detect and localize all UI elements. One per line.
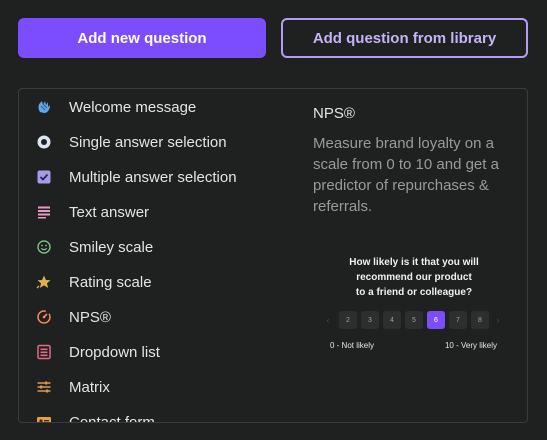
star-icon bbox=[36, 274, 52, 290]
detail-description: Measure brand loyalty on a scale from 0 … bbox=[313, 135, 499, 215]
question-type-text-answer[interactable]: Text answer bbox=[19, 197, 299, 227]
scale-cell: 7 bbox=[449, 311, 467, 329]
question-type-multiple-answer[interactable]: Multiple answer selection bbox=[19, 162, 299, 192]
add-new-question-button[interactable]: Add new question bbox=[18, 18, 266, 58]
question-type-label: Text answer bbox=[69, 203, 150, 221]
chevron-right-icon: › bbox=[496, 315, 500, 325]
question-type-label: Dropdown list bbox=[69, 343, 160, 361]
chevron-left-icon: ‹ bbox=[326, 315, 330, 325]
question-type-smiley-scale[interactable]: Smiley scale bbox=[19, 232, 299, 262]
question-type-panel: Welcome message Single answer selection … bbox=[18, 88, 528, 423]
smiley-icon bbox=[36, 239, 52, 255]
question-type-label: Single answer selection bbox=[69, 133, 227, 151]
nps-gauge-icon bbox=[36, 309, 52, 325]
preview-question-line: to a friend or colleague? bbox=[355, 287, 473, 298]
preview-question-line: recommend our product bbox=[356, 272, 472, 283]
add-question-from-library-button[interactable]: Add question from library bbox=[281, 18, 528, 58]
question-type-dropdown-list[interactable]: Dropdown list bbox=[19, 337, 299, 367]
question-type-label: Rating scale bbox=[69, 273, 152, 291]
scale-cell: 3 bbox=[361, 311, 379, 329]
scale-low-label: 0 - Not likely bbox=[330, 341, 375, 350]
question-type-label: Multiple answer selection bbox=[69, 168, 237, 186]
question-type-matrix[interactable]: Matrix bbox=[19, 372, 299, 402]
question-type-label: Welcome message bbox=[69, 98, 197, 116]
preview-question: How likely is it that you will recommend… bbox=[319, 255, 509, 300]
wave-hand-icon bbox=[36, 99, 52, 115]
sliders-icon bbox=[36, 379, 52, 395]
question-type-label: Matrix bbox=[69, 378, 110, 396]
scale-cell: 8 bbox=[471, 311, 489, 329]
scale-cell-selected: 6 bbox=[427, 311, 445, 329]
question-type-nps[interactable]: NPS® bbox=[19, 302, 299, 332]
question-type-single-answer[interactable]: Single answer selection bbox=[19, 127, 299, 157]
scale-cell: 5 bbox=[405, 311, 423, 329]
question-type-contact-form[interactable]: Contact form bbox=[19, 407, 299, 423]
preview-question-line: How likely is it that you will bbox=[349, 257, 479, 268]
radio-icon bbox=[36, 134, 52, 150]
checkbox-icon bbox=[36, 169, 52, 185]
question-type-rating-scale[interactable]: Rating scale bbox=[19, 267, 299, 297]
question-type-label: Contact form bbox=[69, 413, 155, 423]
nps-scale: ‹ 2 3 4 5 6 7 8 › bbox=[324, 311, 504, 329]
text-lines-icon bbox=[36, 204, 52, 220]
nps-preview: How likely is it that you will recommend… bbox=[319, 255, 509, 355]
detail-title: NPS® bbox=[313, 105, 355, 122]
contact-card-icon bbox=[36, 414, 52, 422]
scale-cell: 4 bbox=[383, 311, 401, 329]
question-type-welcome-message[interactable]: Welcome message bbox=[19, 92, 299, 122]
scale-high-label: 10 - Very likely bbox=[444, 341, 497, 350]
dropdown-list-icon bbox=[36, 344, 52, 360]
question-type-label: Smiley scale bbox=[69, 238, 154, 256]
scale-cell: 2 bbox=[339, 311, 357, 329]
question-type-label: NPS® bbox=[69, 308, 111, 326]
